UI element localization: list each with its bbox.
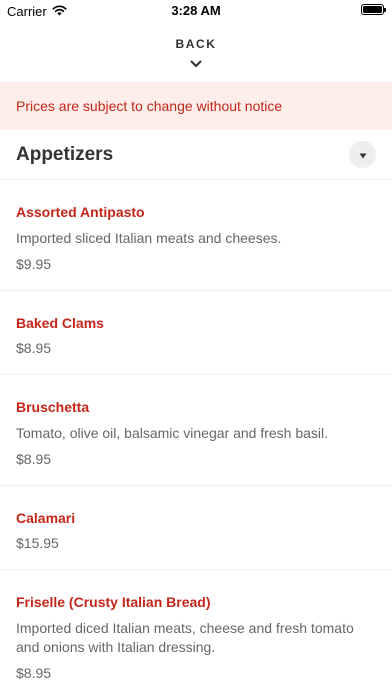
- item-name: Bruschetta: [16, 399, 90, 415]
- item-description: Imported diced Italian meats, cheese and…: [16, 620, 354, 655]
- back-button[interactable]: BACK: [0, 22, 392, 82]
- battery-icon: [361, 4, 386, 15]
- item-price: $8.95: [16, 451, 52, 467]
- item-price: $15.95: [16, 535, 59, 551]
- item-name: Assorted Antipasto: [16, 204, 145, 220]
- menu-item-list: Assorted Antipasto Imported sliced Itali…: [0, 180, 392, 696]
- item-description: Imported sliced Italian meats and cheese…: [16, 230, 282, 246]
- price-notice-banner: Prices are subject to change without not…: [0, 82, 392, 130]
- menu-item[interactable]: Friselle (Crusty Italian Bread) Imported…: [0, 570, 392, 696]
- item-name: Calamari: [16, 510, 76, 526]
- status-bar: Carrier 3:28 AM: [0, 0, 392, 22]
- price-notice-text: Prices are subject to change without not…: [16, 98, 283, 114]
- caret-down-icon: [359, 146, 367, 164]
- item-price: $8.95: [16, 665, 52, 681]
- clock: 3:28 AM: [171, 3, 221, 18]
- section-toggle-button[interactable]: [349, 141, 376, 168]
- menu-item[interactable]: Baked Clams $8.95: [0, 291, 392, 375]
- back-label: BACK: [175, 37, 217, 51]
- menu-item[interactable]: Calamari $15.95: [0, 486, 392, 570]
- item-name: Friselle (Crusty Italian Bread): [16, 594, 211, 610]
- section-title: Appetizers: [16, 143, 114, 165]
- item-name: Baked Clams: [16, 315, 104, 331]
- chevron-down-icon: [190, 55, 202, 73]
- item-price: $8.95: [16, 340, 52, 356]
- menu-item[interactable]: Bruschetta Tomato, olive oil, balsamic v…: [0, 375, 392, 486]
- menu-item[interactable]: Assorted Antipasto Imported sliced Itali…: [0, 180, 392, 291]
- item-description: Tomato, olive oil, balsamic vinegar and …: [16, 425, 329, 441]
- item-price: $9.95: [16, 256, 52, 272]
- section-header-appetizers[interactable]: Appetizers: [0, 130, 392, 180]
